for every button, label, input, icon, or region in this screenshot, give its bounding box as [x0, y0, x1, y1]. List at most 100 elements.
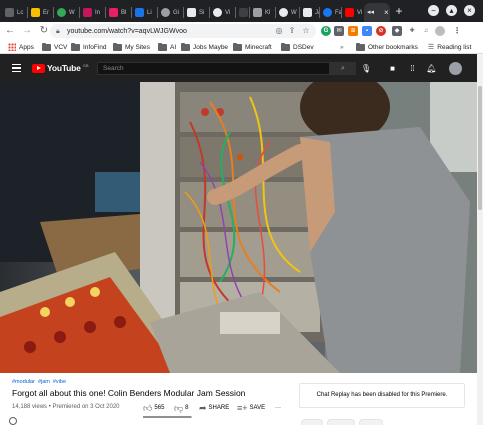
- youtube-header: YouTube GB Search ⌕ 🎙︎ ■ ⁞⁞ 🔔︎: [0, 54, 477, 82]
- like-count: 565: [154, 405, 165, 411]
- tab-label: Vi: [357, 9, 363, 16]
- page-scrollbar[interactable]: [477, 54, 483, 425]
- tab-favicon: [323, 8, 332, 17]
- notifications-bell-icon[interactable]: 🔔︎: [426, 63, 437, 74]
- tab-label: Vi: [225, 9, 231, 16]
- minimize-icon[interactable]: −: [428, 5, 439, 16]
- bookmark-apps[interactable]: Apps: [8, 42, 34, 52]
- scrollbar-thumb[interactable]: [478, 86, 482, 210]
- hamburger-menu-icon[interactable]: [12, 64, 21, 72]
- forward-icon[interactable]: →: [20, 24, 34, 38]
- bookmark-folder-my-sites[interactable]: My Sites: [113, 42, 150, 52]
- tab-13[interactable]: Fa: [320, 3, 342, 22]
- tab-0[interactable]: Lc: [2, 3, 28, 22]
- chip[interactable]: [359, 419, 383, 425]
- audio-icon: ◂◂: [367, 9, 375, 16]
- reading-list-icon: ☰: [428, 44, 435, 51]
- tab-11[interactable]: W: [276, 3, 300, 22]
- bookmark-star-icon[interactable]: ☆: [301, 26, 311, 36]
- account-avatar[interactable]: [449, 62, 462, 75]
- bookmark-folder-minecraft[interactable]: Minecraft: [233, 42, 272, 52]
- tab-active[interactable]: ◂◂ ×: [364, 3, 390, 22]
- more-actions-button[interactable]: ···: [275, 402, 281, 414]
- share-button[interactable]: ➦ SHARE: [199, 402, 229, 414]
- bookmark-folder-infofind[interactable]: InfoFind: [71, 42, 107, 52]
- extension-green-icon[interactable]: G: [321, 26, 331, 36]
- bookmarks-overflow-button[interactable]: »: [340, 42, 344, 52]
- folder-icon: [356, 42, 365, 51]
- tab-3[interactable]: In: [80, 3, 106, 22]
- tab-8[interactable]: Vi: [210, 3, 236, 22]
- extension-mail-icon[interactable]: ✉: [334, 26, 344, 36]
- tab-5[interactable]: Li: [132, 3, 158, 22]
- tab-2[interactable]: W: [54, 3, 80, 22]
- like-button[interactable]: 👍︎ 565: [143, 402, 164, 414]
- tab-label: Er: [43, 9, 49, 16]
- extensions-puzzle-icon[interactable]: ✚: [407, 26, 417, 36]
- back-icon[interactable]: ←: [3, 24, 17, 38]
- microphone-icon[interactable]: 🎙︎: [361, 63, 371, 74]
- youtube-logo[interactable]: YouTube GB: [32, 63, 88, 73]
- tab-6[interactable]: Gi: [158, 3, 184, 22]
- tab-9[interactable]: [236, 3, 250, 22]
- tab-label: Bl: [121, 9, 127, 16]
- tab-14[interactable]: Vi: [342, 3, 364, 22]
- bookmark-folder-jobs-maybe[interactable]: Jobs Maybe: [181, 42, 228, 52]
- chip[interactable]: [327, 419, 355, 425]
- rss-icon[interactable]: ≋: [348, 26, 358, 36]
- bookmark-folder-ai[interactable]: AI: [158, 42, 176, 52]
- tab-favicon: [239, 8, 248, 17]
- hashtag-link[interactable]: #vibe: [53, 379, 66, 385]
- bookmark-other[interactable]: Other bookmarks: [356, 42, 418, 52]
- maximize-icon[interactable]: ▴: [446, 5, 457, 16]
- view-count: 14,188 views: [12, 404, 48, 410]
- tab-label: W: [291, 9, 297, 16]
- adblock-icon[interactable]: ⊘: [376, 26, 386, 36]
- youtube-logo-text: YouTube: [47, 63, 81, 73]
- youtube-play-icon: [32, 63, 45, 73]
- new-tab-button[interactable]: +: [392, 4, 406, 18]
- tab-1[interactable]: Er: [28, 3, 54, 22]
- chip[interactable]: [301, 419, 323, 425]
- save-button[interactable]: ≡+ SAVE: [237, 402, 265, 414]
- hashtag-link[interactable]: #modular: [12, 379, 35, 385]
- share-label: SHARE: [208, 405, 230, 411]
- apps-icon[interactable]: ⁞⁞: [407, 63, 418, 74]
- premiere-date: Premiered on 3 Oct 2020: [52, 404, 120, 410]
- dislike-button[interactable]: 👎︎ 8: [174, 402, 188, 414]
- tab-12[interactable]: Ja: [300, 3, 320, 22]
- browser-menu-icon[interactable]: ⋮: [452, 26, 462, 36]
- tab-favicon: [213, 8, 222, 17]
- extension-blue-icon[interactable]: ▪: [362, 26, 372, 36]
- bookmark-folder-vcv[interactable]: VCV: [42, 42, 67, 52]
- hashtag-link[interactable]: #jam: [38, 379, 50, 385]
- tab-close-icon[interactable]: ×: [384, 8, 389, 17]
- tab-10[interactable]: Kl: [250, 3, 276, 22]
- like-ratio-bar: [143, 416, 192, 418]
- reload-icon[interactable]: ↻: [37, 24, 51, 38]
- search-icon[interactable]: ⌕: [330, 62, 356, 75]
- channel-avatar-icon[interactable]: [9, 417, 17, 425]
- share-icon: ➦: [199, 402, 207, 413]
- search-input[interactable]: Search: [97, 62, 330, 75]
- extension-shield-icon[interactable]: ◆: [392, 26, 402, 36]
- media-control-icon[interactable]: ♫: [421, 26, 431, 36]
- tab-7[interactable]: Si: [184, 3, 210, 22]
- share-page-icon[interactable]: ⇪: [287, 26, 297, 36]
- reading-list-button[interactable]: ☰ Reading list: [428, 42, 471, 52]
- create-video-icon[interactable]: ■: [387, 63, 398, 74]
- profile-avatar-icon[interactable]: [435, 26, 445, 36]
- tab-favicon: [83, 8, 92, 17]
- youtube-country-code: GB: [82, 62, 89, 68]
- tab-label: Si: [199, 9, 205, 16]
- folder-icon: [71, 42, 80, 51]
- close-window-icon[interactable]: ×: [464, 5, 475, 16]
- tab-favicon: [345, 8, 354, 17]
- video-player[interactable]: [0, 82, 477, 373]
- folder-icon: [281, 42, 290, 51]
- google-lens-icon[interactable]: ◎: [274, 26, 284, 36]
- tab-4[interactable]: Bl: [106, 3, 132, 22]
- tab-favicon: [279, 8, 288, 17]
- bookmark-folder-dsdev[interactable]: DSDev: [281, 42, 314, 52]
- tab-favicon: [5, 8, 14, 17]
